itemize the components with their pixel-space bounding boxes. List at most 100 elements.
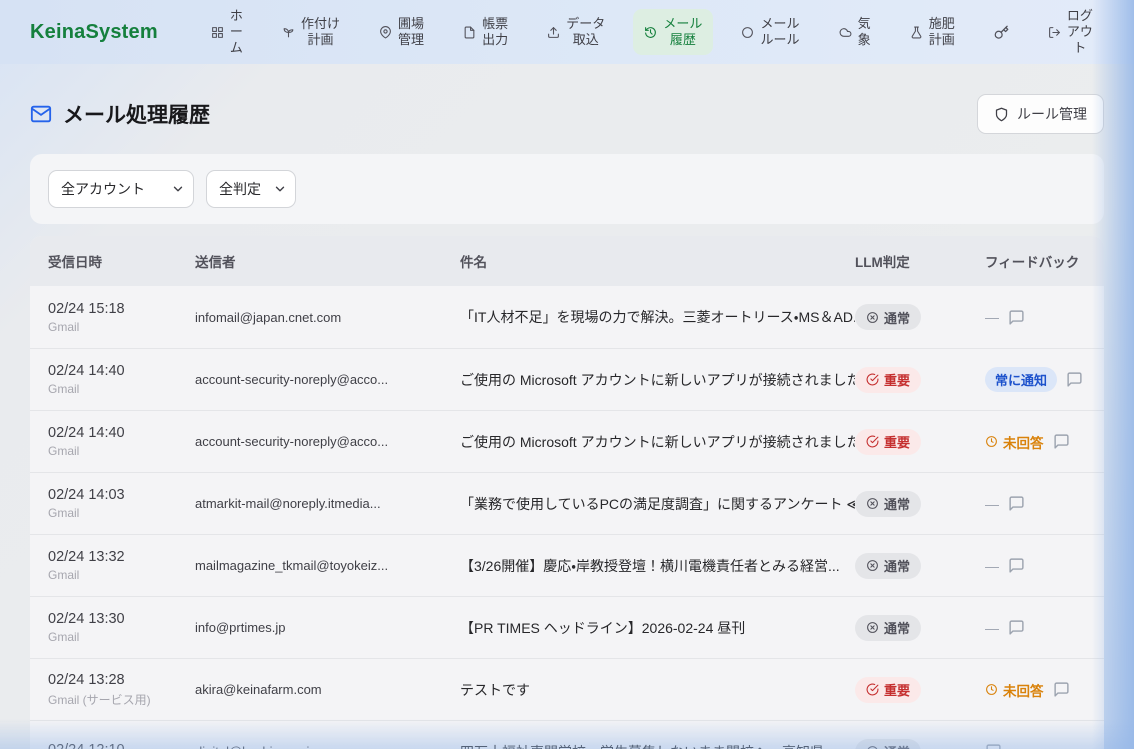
feedback-empty-dash: — — [985, 309, 999, 325]
nav-item-planting-plan[interactable]: 作付け 計画 — [271, 9, 351, 56]
rule-management-label: ルール管理 — [1017, 104, 1087, 124]
comment-bubble-icon — [1008, 495, 1025, 512]
feedback-cell: 常に通知 — [985, 367, 1086, 392]
rule-management-button[interactable]: ルール管理 — [977, 94, 1104, 134]
judgement-label: 通常 — [884, 308, 910, 327]
feedback-comment-button[interactable] — [1053, 681, 1070, 698]
mail-subject: 【PR TIMES ヘッドライン】2026-02-24 昼刊 — [460, 618, 855, 638]
account-label: Gmail — [48, 320, 195, 334]
nav-item-mail-history[interactable]: メール 履歴 — [633, 9, 713, 56]
sender-email: account-security-noreply@acco... — [195, 434, 460, 449]
nav-item-weather[interactable]: 気 象 — [828, 9, 882, 56]
nav-item-field-management[interactable]: 圃場 管理 — [368, 9, 435, 56]
received-datetime: 02/24 14:40 — [48, 425, 195, 441]
feedback-comment-button[interactable] — [1008, 557, 1025, 574]
nav-item-data-import[interactable]: データ 取込 — [536, 9, 616, 56]
received-datetime: 02/24 14:03 — [48, 487, 195, 503]
mail-subject: ご使用の Microsoft アカウントに新しいアプリが接続されました — [460, 432, 855, 452]
nav-item-label: 施肥 計画 — [929, 16, 955, 49]
table-row[interactable]: 02/24 14:40Gmailaccount-security-noreply… — [30, 348, 1104, 410]
nav-item-home[interactable]: ホ ー ム — [200, 1, 254, 64]
shield-icon — [994, 107, 1009, 122]
mail-subject: 四万十福祉専門学校 学生募集しないまま閉校へ 高知県... — [460, 742, 855, 749]
judgement-label: 通常 — [884, 494, 910, 513]
cloud-icon — [839, 26, 852, 39]
filters-card: 全アカウント 全判定 — [30, 154, 1104, 224]
mail-table-body: 02/24 15:18Gmailinfomail@japan.cnet.com「… — [30, 286, 1104, 749]
account-filter-select[interactable]: 全アカウント — [48, 170, 194, 208]
map-pin-icon — [379, 26, 392, 39]
sender-email: akira@keinafarm.com — [195, 682, 460, 697]
logout-icon — [1048, 26, 1061, 39]
judgement-badge: 通常 — [855, 491, 921, 517]
received-datetime: 02/24 13:32 — [48, 549, 195, 565]
judgement-badge: 通常 — [855, 553, 921, 579]
circle-x-icon — [866, 497, 879, 510]
feedback-comment-button[interactable] — [1008, 495, 1025, 512]
table-row[interactable]: 02/24 14:40Gmailaccount-security-noreply… — [30, 410, 1104, 472]
judgement-cell: 通常 — [855, 615, 985, 641]
layout-grid-icon — [211, 26, 224, 39]
nav-item-label: メール ルール — [760, 16, 799, 49]
table-row[interactable]: 02/24 13:30Gmailinfo@prtimes.jp【PR TIMES… — [30, 596, 1104, 658]
feedback-comment-button[interactable] — [1008, 309, 1025, 326]
feedback-comment-button[interactable] — [1008, 619, 1025, 636]
top-nav: ホ ー ム作付け 計画 圃場 管理 帳票 出力 データ 取込 メール 履歴 メール ルール… — [200, 1, 1104, 64]
feedback-comment-button[interactable] — [1066, 371, 1083, 388]
table-row[interactable]: 02/24 14:03Gmailatmarkit-mail@noreply.it… — [30, 472, 1104, 534]
account-label: Gmail — [48, 630, 195, 644]
judgement-badge: 重要 — [855, 367, 921, 393]
account-label: Gmail — [48, 506, 195, 520]
received-datetime: 02/24 13:30 — [48, 611, 195, 627]
top-bar: KeinaSystem ホ ー ム作付け 計画 圃場 管理 帳票 出力 データ 取込 メ… — [0, 0, 1134, 64]
judgement-badge: 通常 — [855, 304, 921, 330]
judgement-label: 重要 — [884, 680, 910, 699]
col-header-datetime: 受信日時 — [48, 251, 195, 271]
judgement-label: 通常 — [884, 742, 910, 749]
table-header-row: 受信日時 送信者 件名 LLM判定 フィードバック — [30, 236, 1104, 286]
col-header-subject: 件名 — [460, 251, 855, 271]
table-row[interactable]: 02/24 13:32Gmailmailmagazine_tkmail@toyo… — [30, 534, 1104, 596]
judgement-cell: 重要 — [855, 677, 985, 703]
brand-logo[interactable]: KeinaSystem — [30, 21, 158, 44]
flask-icon — [910, 26, 923, 39]
judgement-label: 重要 — [884, 432, 910, 451]
judgement-filter-select[interactable]: 全判定 — [206, 170, 296, 208]
cell-received: 02/24 13:30 Gmail — [48, 611, 195, 644]
received-datetime: 02/24 15:18 — [48, 301, 195, 317]
feedback-cell — [985, 743, 1086, 749]
feedback-unanswered: 未回答 — [985, 432, 1044, 452]
judgement-badge: 重要 — [855, 677, 921, 703]
table-row[interactable]: 02/24 13:28Gmail (サービス用)akira@keinafarm.… — [30, 658, 1104, 720]
mail-subject: テストです — [460, 680, 855, 700]
mail-subject: ご使用の Microsoft アカウントに新しいアプリが接続されました — [460, 370, 855, 390]
page-title-wrap: メール処理履歴 — [30, 99, 210, 129]
feedback-comment-button[interactable] — [1053, 433, 1070, 450]
table-row[interactable]: 02/24 12:10digital@kochinews.jp四万十福祉専門学校… — [30, 720, 1104, 749]
nav-item-report-output[interactable]: 帳票 出力 — [452, 9, 519, 56]
feedback-comment-button[interactable] — [985, 743, 1002, 749]
nav-item-fertilizer-plan[interactable]: 施肥 計画 — [899, 9, 966, 56]
feedback-always-badge: 常に通知 — [985, 367, 1057, 392]
nav-item-label: メール 履歴 — [663, 16, 702, 49]
nav-item-label: 圃場 管理 — [398, 16, 424, 49]
account-label: Gmail — [48, 382, 195, 396]
nav-item-mail-rules[interactable]: メール ルール — [730, 9, 810, 56]
feedback-cell: 未回答 — [985, 680, 1086, 700]
mail-subject: 「業務で使用しているPCの満足度調査」に関するアンケート ≪... — [460, 494, 855, 514]
page-title: メール処理履歴 — [63, 99, 210, 129]
circle-x-icon — [866, 621, 879, 634]
check-circle-icon — [866, 435, 879, 448]
nav-item-label: データ 取込 — [566, 16, 605, 49]
upload-icon — [547, 26, 560, 39]
feedback-cell: — — [985, 557, 1086, 574]
cell-received: 02/24 14:40Gmail — [48, 363, 195, 396]
account-label: Gmail (サービス用) — [48, 691, 195, 708]
judgement-cell: 通常 — [855, 304, 985, 330]
document-icon — [463, 26, 476, 39]
nav-item-key[interactable] — [983, 18, 1020, 47]
nav-item-logout[interactable]: ログ アウ ト — [1037, 1, 1104, 64]
sender-email: mailmagazine_tkmail@toyokeiz... — [195, 558, 460, 573]
circle-icon — [741, 26, 754, 39]
table-row[interactable]: 02/24 15:18Gmailinfomail@japan.cnet.com「… — [30, 286, 1104, 348]
